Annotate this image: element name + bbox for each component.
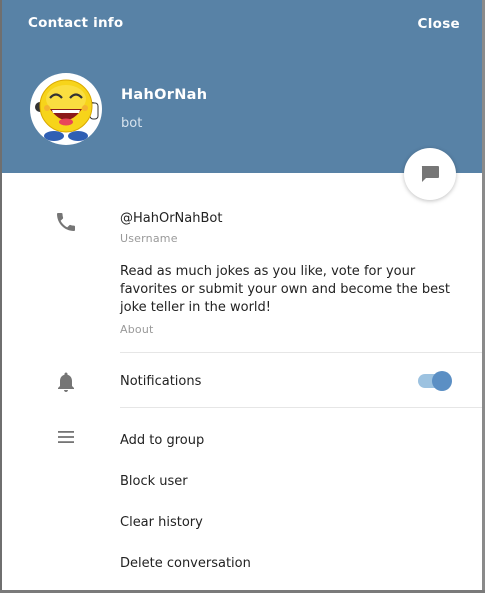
divider	[120, 352, 482, 353]
phone-icon	[54, 210, 78, 238]
notifications-label: Notifications	[120, 374, 202, 389]
smiley-face-icon	[35, 79, 99, 141]
clear-history-button[interactable]: Clear history	[120, 515, 203, 530]
panel-title: Contact info	[28, 15, 124, 31]
about-text: Read as much jokes as you like, vote for…	[120, 264, 450, 315]
divider	[120, 407, 482, 408]
menu-icon	[54, 425, 78, 453]
toggle-knob	[432, 371, 452, 391]
avatar[interactable]	[30, 73, 102, 145]
profile-name: HahOrNah	[121, 87, 208, 103]
profile-status: bot	[121, 116, 143, 131]
add-to-group-button[interactable]: Add to group	[120, 433, 204, 448]
bell-icon	[54, 370, 78, 398]
send-message-button[interactable]	[404, 148, 456, 200]
username-value[interactable]: @HahOrNahBot	[120, 211, 222, 226]
about-caption: About	[120, 323, 154, 336]
message-bubble-icon	[421, 166, 439, 182]
block-user-button[interactable]: Block user	[120, 474, 188, 489]
close-button[interactable]: Close	[417, 16, 460, 32]
delete-conversation-button[interactable]: Delete conversation	[120, 556, 251, 571]
profile-header: Contact info Close HahOrNah bot	[2, 0, 482, 173]
contact-info-panel: Contact info Close HahOrNah bot @HahOrNa…	[0, 0, 485, 593]
window-edge	[0, 0, 2, 593]
username-caption: Username	[120, 232, 178, 245]
notifications-toggle[interactable]	[416, 370, 454, 392]
